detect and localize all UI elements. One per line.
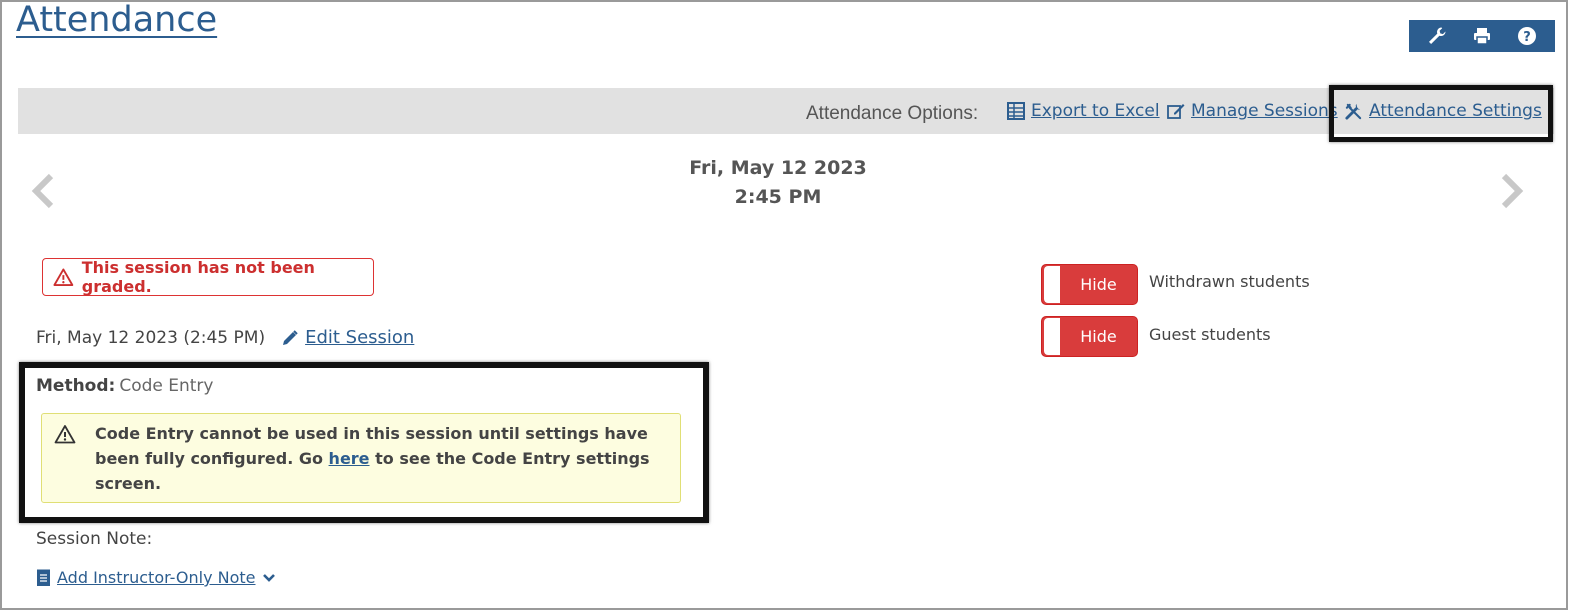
withdrawn-toggle-state: Hide	[1080, 275, 1117, 294]
edit-session-link[interactable]: Edit Session	[281, 327, 414, 348]
export-to-excel-link[interactable]: Export to Excel	[1007, 101, 1160, 121]
manage-sessions-label: Manage Sessions	[1191, 101, 1338, 121]
toggle-knob	[1044, 266, 1060, 303]
pencil-icon	[283, 329, 298, 345]
notepad-icon	[37, 569, 50, 586]
print-icon[interactable]	[1467, 22, 1497, 50]
chevron-down-icon	[262, 573, 275, 582]
session-summary-text: Fri, May 12 2023 (2:45 PM)	[36, 327, 266, 348]
guest-toggle-state: Hide	[1080, 327, 1117, 346]
toggle-knob	[1044, 318, 1060, 355]
method-line: Method: Code Entry	[36, 376, 213, 396]
add-instructor-note-link[interactable]: Add Instructor-Only Note	[36, 568, 276, 587]
method-value: Code Entry	[119, 376, 214, 396]
svg-text:?: ?	[1523, 30, 1531, 45]
add-instructor-note-label: Add Instructor-Only Note	[57, 568, 256, 587]
session-summary: Fri, May 12 2023 (2:45 PM) Edit Session	[36, 327, 414, 348]
session-time: 2:45 PM	[734, 186, 822, 208]
previous-session-chevron-icon[interactable]	[30, 172, 56, 214]
attendance-options-label: Attendance Options:	[806, 103, 979, 124]
code-entry-settings-link[interactable]: here	[329, 449, 370, 468]
not-graded-alert-text: This session has not been graded.	[81, 258, 315, 296]
export-to-excel-label: Export to Excel	[1031, 101, 1160, 121]
help-icon[interactable]: ?	[1512, 22, 1542, 50]
page-title[interactable]: Attendance	[16, 0, 217, 40]
warning-icon	[53, 268, 74, 286]
not-graded-alert: This session has not been graded.	[42, 258, 374, 296]
session-date: Fri, May 12 2023	[689, 157, 867, 179]
warning-triangle-icon	[54, 424, 76, 448]
next-session-chevron-icon[interactable]	[1499, 172, 1525, 214]
code-entry-warning-text: Code Entry cannot be used in this sessio…	[95, 421, 665, 496]
guest-students-label: Guest students	[1149, 325, 1271, 344]
settings-highlight	[1329, 85, 1553, 142]
guest-students-toggle[interactable]: Hide	[1041, 316, 1138, 357]
wrench-icon[interactable]	[1422, 22, 1452, 50]
manage-sessions-link[interactable]: Manage Sessions	[1167, 101, 1338, 121]
code-entry-warning: Code Entry cannot be used in this sessio…	[41, 413, 681, 503]
edit-session-label: Edit Session	[305, 327, 415, 348]
table-icon	[1007, 102, 1025, 120]
withdrawn-students-toggle[interactable]: Hide	[1041, 264, 1138, 305]
session-note-label: Session Note:	[36, 529, 153, 549]
withdrawn-students-label: Withdrawn students	[1149, 272, 1310, 291]
page-toolbar: ?	[1409, 20, 1555, 52]
method-label: Method:	[36, 376, 116, 396]
edit-square-icon	[1167, 104, 1185, 119]
